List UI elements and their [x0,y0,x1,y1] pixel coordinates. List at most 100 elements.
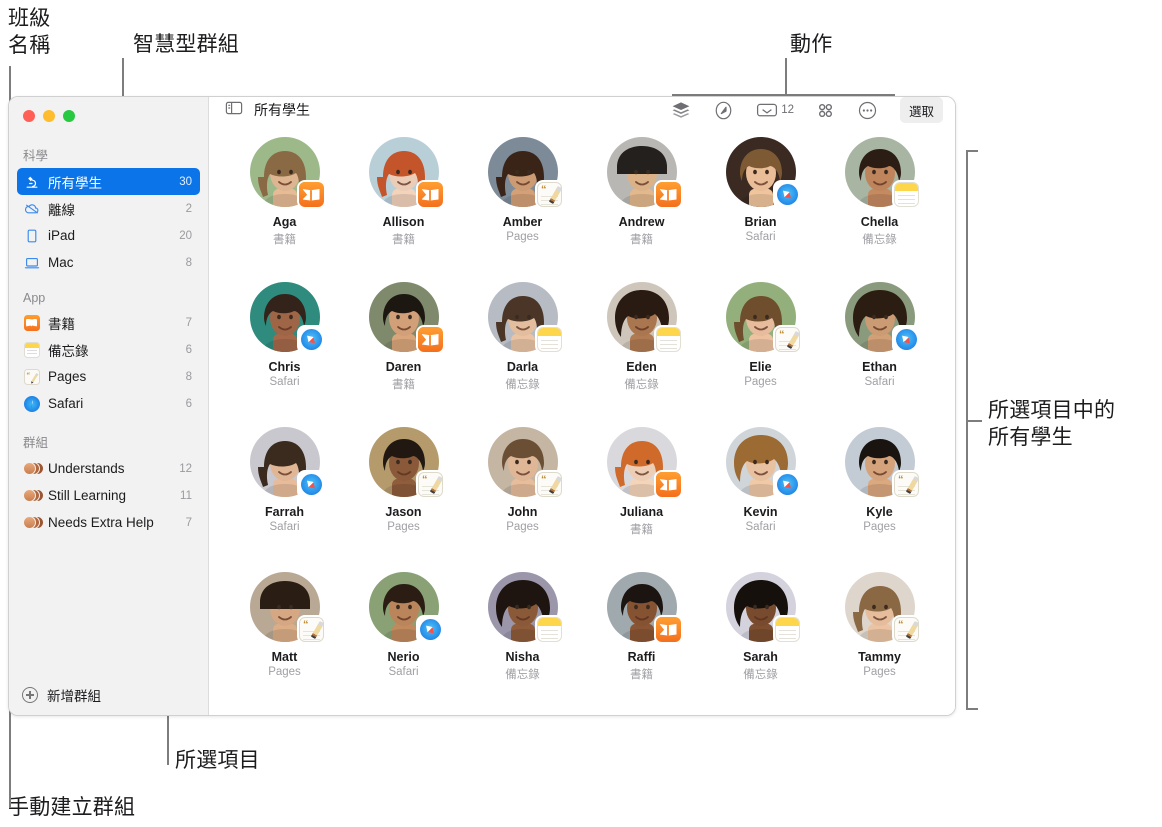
student-app: Safari [745,521,776,533]
student-name: Nisha [505,650,540,664]
sidebar-item-ipad[interactable]: iPad 20 [17,222,200,249]
student-card[interactable]: Eden 備忘錄 [582,282,701,427]
sidebar-item-pages[interactable]: “ Pages 8 [17,363,200,390]
sidebar-item-needs-extra-help[interactable]: Needs Extra Help 7 [17,509,200,536]
safari-app-badge-icon [298,327,324,352]
avatar-wrapper[interactable]: “ [487,427,562,497]
sidebar-section-title-class: 科學 [23,149,49,163]
student-card[interactable]: Chella 備忘錄 [820,137,939,282]
student-name: Aga [272,215,297,229]
layers-icon[interactable] [671,101,691,119]
sidebar-item-understands[interactable]: Understands 12 [17,455,200,482]
sidebar-item-all-students[interactable]: 所有學生 30 [17,168,200,195]
avatar-wrapper[interactable] [606,137,681,207]
student-card[interactable]: “ John Pages [463,427,582,572]
avatar-wrapper[interactable] [606,282,681,352]
more-ellipsis-icon[interactable] [857,100,878,121]
avatar-wrapper[interactable] [249,427,324,497]
select-button[interactable]: 選取 [899,97,943,123]
inbox-icon[interactable]: 12 [756,101,794,119]
avatar-wrapper[interactable] [725,137,800,207]
student-card[interactable]: “ Jason Pages [344,427,463,572]
group-avatars-icon [23,460,44,477]
student-app: Safari [745,231,776,243]
student-card[interactable]: Sarah 備忘錄 [701,572,820,715]
student-card[interactable]: Allison 書籍 [344,137,463,282]
sidebar-item-label: 離線 [48,202,75,218]
avatar-wrapper[interactable] [606,572,681,642]
sidebar-item-count: 20 [179,229,192,242]
books-app-badge-icon [298,182,324,207]
student-app: 書籍 [630,669,653,681]
avatar-wrapper[interactable]: “ [249,572,324,642]
student-card[interactable]: Chris Safari [225,282,344,427]
add-group-button[interactable]: 新增群組 [9,675,208,715]
sidebar-scroll[interactable]: 科學 所有學生 30 離線 2 iPad 20 Mac 8 App 書籍 7 備… [9,133,208,675]
student-card[interactable]: Daren 書籍 [344,282,463,427]
student-card[interactable]: Ethan Safari [820,282,939,427]
avatar-wrapper[interactable] [725,427,800,497]
avatar-wrapper[interactable] [725,572,800,642]
pages-app-badge-icon: “ [298,617,324,642]
student-card[interactable]: Farrah Safari [225,427,344,572]
minimize-button[interactable] [43,110,55,122]
avatar-wrapper[interactable] [368,572,443,642]
navigate-icon[interactable] [713,100,734,121]
avatar-wrapper[interactable] [844,137,919,207]
student-card[interactable]: “Elie Pages [701,282,820,427]
student-card[interactable]: Aga 書籍 [225,137,344,282]
avatar-wrapper[interactable] [487,282,562,352]
student-app: Pages [863,521,896,533]
avatar-wrapper[interactable] [249,282,324,352]
sidebar-item-label: Understands [48,461,125,476]
books-app-icon [23,314,40,331]
sidebar-item-count: 8 [185,370,192,383]
avatar-wrapper[interactable]: “ [844,572,919,642]
student-card[interactable]: “ Amber Pages [463,137,582,282]
student-card[interactable]: Juliana 書籍 [582,427,701,572]
sidebar-item-label: 備忘錄 [48,343,89,359]
sidebar-item-books[interactable]: 書籍 7 [17,309,200,336]
student-card[interactable]: “ Tammy Pages [820,572,939,715]
student-card[interactable]: Andrew 書籍 [582,137,701,282]
sidebar-item-label: Still Learning [48,488,127,503]
student-card[interactable]: “Matt Pages [225,572,344,715]
add-group-label: 新增群組 [47,689,101,704]
student-card[interactable]: Darla 備忘錄 [463,282,582,427]
avatar-wrapper[interactable]: “ [487,137,562,207]
sidebar-item-count: 7 [185,516,192,529]
student-card[interactable]: Kevin Safari [701,427,820,572]
student-name: Juliana [619,505,664,519]
zoom-button[interactable] [63,110,75,122]
sidebar-item-still-learning[interactable]: Still Learning 11 [17,482,200,509]
student-name: Daren [385,360,422,374]
avatar-wrapper[interactable] [606,427,681,497]
grid-apps-icon[interactable] [816,101,835,120]
annotation-line-class-name-v [9,66,11,96]
student-app: Safari [269,521,300,533]
avatar-wrapper[interactable]: “ [844,427,919,497]
student-card[interactable]: Nerio Safari [344,572,463,715]
student-app: 書籍 [392,234,415,246]
student-card[interactable]: “Kyle Pages [820,427,939,572]
student-app: Pages [268,666,301,678]
student-card[interactable]: Nisha 備忘錄 [463,572,582,715]
sidebar-toggle-icon[interactable] [225,100,243,121]
safari-app-badge-icon [774,472,800,497]
avatar-wrapper[interactable] [249,137,324,207]
avatar-wrapper[interactable] [844,282,919,352]
sidebar-item-notes[interactable]: 備忘錄 6 [17,336,200,363]
sidebar-item-offline[interactable]: 離線 2 [17,195,200,222]
student-card[interactable]: Raffi 書籍 [582,572,701,715]
sidebar-item-mac[interactable]: Mac 8 [17,249,200,276]
avatar-wrapper[interactable] [368,137,443,207]
avatar-wrapper[interactable]: “ [725,282,800,352]
student-app: 備忘錄 [505,669,540,681]
avatar-wrapper[interactable] [487,572,562,642]
sidebar-item-safari[interactable]: Safari 6 [17,390,200,417]
avatar-wrapper[interactable] [368,282,443,352]
close-button[interactable] [23,110,35,122]
student-card[interactable]: Brian Safari [701,137,820,282]
avatar-wrapper[interactable]: “ [368,427,443,497]
